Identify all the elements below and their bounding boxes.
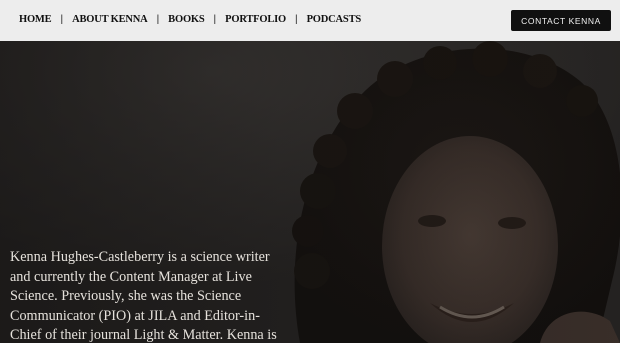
- nav-home-link[interactable]: HOME: [19, 14, 52, 25]
- site-header: HOME | ABOUT KENNA | BOOKS | PORTFOLIO |…: [0, 0, 620, 41]
- nav-books-link[interactable]: BOOKS: [168, 14, 205, 25]
- nav-separator: |: [294, 14, 298, 25]
- nav-separator: |: [213, 14, 217, 25]
- nav-podcasts-link[interactable]: PODCASTS: [307, 14, 362, 25]
- nav-separator: |: [60, 14, 64, 25]
- contact-button[interactable]: CONTACT KENNA: [511, 10, 611, 31]
- nav-portfolio-link[interactable]: PORTFOLIO: [225, 14, 286, 25]
- bio-text: Kenna Hughes-Castleberry is a science wr…: [10, 249, 277, 343]
- main-nav: HOME | ABOUT KENNA | BOOKS | PORTFOLIO |…: [19, 14, 361, 25]
- nav-about-link[interactable]: ABOUT KENNA: [72, 14, 148, 25]
- hero-section: Kenna Hughes-Castleberry is a science wr…: [0, 41, 620, 343]
- nav-separator: |: [156, 14, 160, 25]
